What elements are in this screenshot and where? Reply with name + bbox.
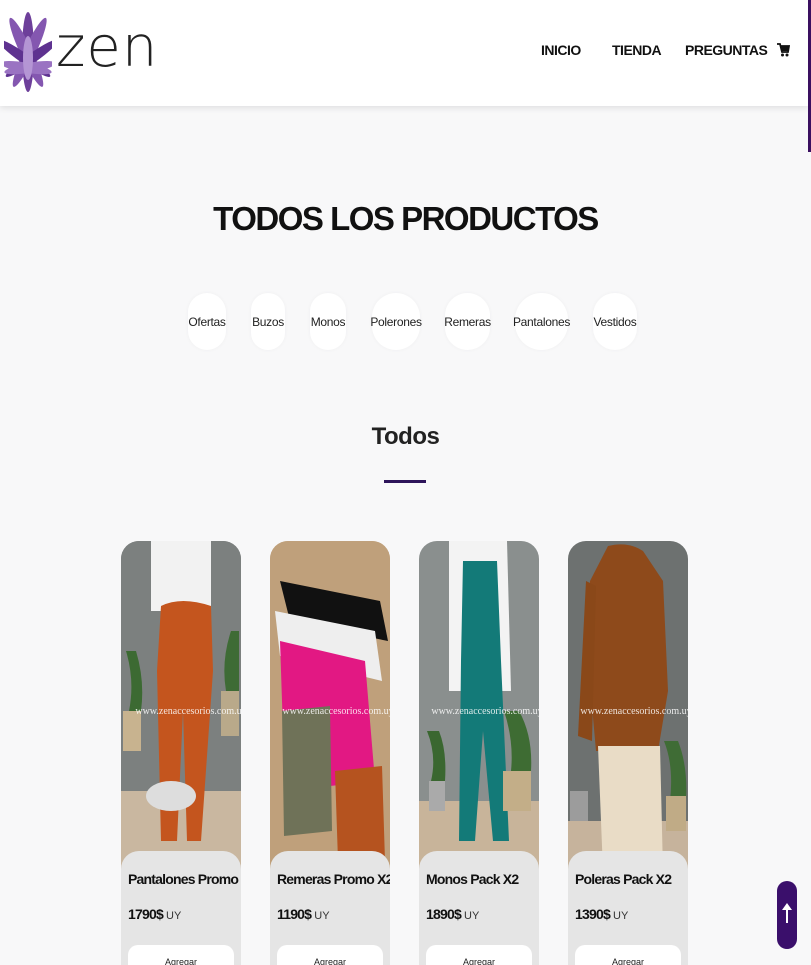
product-card[interactable]: www.zenaccesorios.com.uy Monos Pack X2 1… (419, 541, 539, 965)
category-vestidos[interactable]: Vestidos (593, 293, 637, 350)
nav-tienda[interactable]: TIENDA (612, 42, 662, 58)
arrow-up-icon (782, 903, 792, 923)
image-watermark: www.zenaccesorios.com.uy (580, 706, 688, 717)
product-info: Monos Pack X2 1890$ UY Agregar (419, 851, 539, 965)
product-card[interactable]: www.zenaccesorios.com.uy Poleras Pack X2… (568, 541, 688, 965)
price-currency: UY (314, 910, 330, 922)
price-currency: UY (464, 910, 480, 922)
cart-icon[interactable] (776, 41, 790, 59)
product-price: 1190$ UY (277, 906, 330, 922)
price-currency: UY (166, 910, 182, 922)
product-name[interactable]: Remeras Promo X2 (277, 871, 390, 887)
brand-name[interactable]: zen (56, 20, 158, 76)
category-ofertas[interactable]: Ofertas (188, 293, 226, 350)
category-buzos[interactable]: Buzos (251, 293, 285, 350)
price-value: 1790$ (128, 906, 164, 922)
nav-preguntas[interactable]: PREGUNTAS (685, 42, 768, 58)
image-watermark: www.zenaccesorios.com.uy (431, 706, 539, 717)
product-info: Poleras Pack X2 1390$ UY Agregar (568, 851, 688, 965)
scroll-top-button[interactable] (777, 881, 797, 949)
product-info: Remeras Promo X2 1190$ UY Agregar (270, 851, 390, 965)
page-title: TODOS LOS PRODUCTOS (213, 200, 599, 237)
product-price: 1390$ UY (575, 906, 628, 922)
product-name[interactable]: Pantalones Promo X2 (128, 871, 241, 887)
price-currency: UY (613, 910, 629, 922)
price-value: 1390$ (575, 906, 611, 922)
price-value: 1190$ (277, 906, 312, 922)
product-price: 1890$ UY (426, 906, 479, 922)
product-info: Pantalones Promo X2 1790$ UY Agregar (121, 851, 241, 965)
product-card[interactable]: www.zenaccesorios.com.uy Pantalones Prom… (121, 541, 241, 965)
product-name[interactable]: Monos Pack X2 (426, 871, 519, 887)
image-watermark: www.zenaccesorios.com.uy (282, 706, 390, 717)
image-watermark: www.zenaccesorios.com.uy (135, 706, 241, 717)
section-divider (384, 480, 426, 483)
section-title: Todos (371, 423, 440, 450)
category-polerones[interactable]: Polerones (370, 293, 422, 350)
lotus-logo-icon[interactable] (4, 6, 52, 98)
add-to-cart-button[interactable]: Agregar (128, 945, 234, 965)
product-price: 1790$ UY (128, 906, 181, 922)
product-card[interactable]: www.zenaccesorios.com.uy Remeras Promo X… (270, 541, 390, 965)
add-to-cart-button[interactable]: Agregar (426, 945, 532, 965)
category-remeras[interactable]: Remeras (444, 293, 491, 350)
category-pantalones[interactable]: Pantalones (513, 293, 570, 350)
price-value: 1890$ (426, 906, 462, 922)
site-header: zen INICIO TIENDA PREGUNTAS (0, 0, 808, 106)
category-monos[interactable]: Monos (310, 293, 346, 350)
add-to-cart-button[interactable]: Agregar (575, 945, 681, 965)
nav-inicio[interactable]: INICIO (541, 42, 581, 58)
add-to-cart-button[interactable]: Agregar (277, 945, 383, 965)
product-name[interactable]: Poleras Pack X2 (575, 871, 672, 887)
